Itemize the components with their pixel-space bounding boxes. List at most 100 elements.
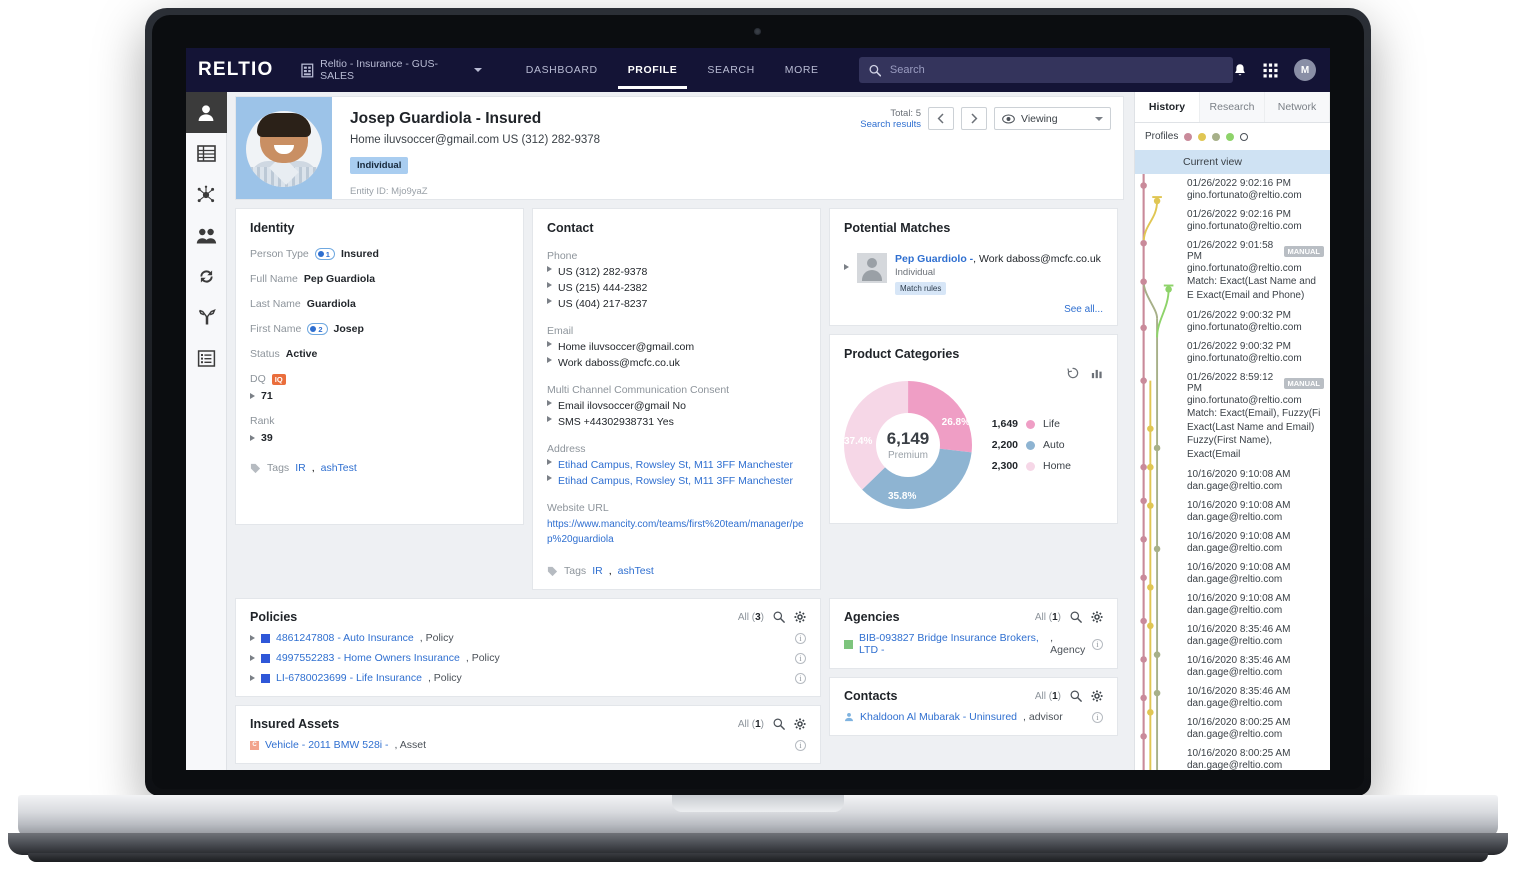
rail-item-merge[interactable] xyxy=(186,297,227,338)
list-item[interactable]: 10/16/2020 8:35:46 AM dan.gage@reltio.co… xyxy=(1183,651,1330,682)
gear-icon[interactable] xyxy=(1091,690,1103,702)
rail-item-table[interactable] xyxy=(186,133,227,174)
agency-link[interactable]: BIB-093827 Bridge Insurance Brokers, LTD… xyxy=(859,632,1044,656)
profile-dot[interactable] xyxy=(1184,132,1193,141)
phone-item[interactable]: US (312) 282-9378 xyxy=(547,266,806,278)
refresh-icon[interactable] xyxy=(1067,367,1079,379)
list-item[interactable]: 10/16/2020 8:35:46 AM dan.gage@reltio.co… xyxy=(1183,682,1330,713)
info-icon[interactable]: i xyxy=(1092,638,1103,650)
tab-history[interactable]: History xyxy=(1135,92,1200,122)
tenant-selector[interactable]: Reltio - Insurance - GUS-SALES xyxy=(301,58,482,82)
list-item[interactable]: 01/26/2022 9:00:32 PM gino.fortunato@rel… xyxy=(1183,337,1330,368)
table-row[interactable]: BIB-093827 Bridge Insurance Brokers, LTD… xyxy=(844,632,1103,656)
tab-network[interactable]: Network xyxy=(1265,92,1330,122)
list-item[interactable]: 01/26/2022 9:02:16 PM gino.fortunato@rel… xyxy=(1183,205,1330,236)
tab-research[interactable]: Research xyxy=(1200,92,1265,122)
policy-link[interactable]: 4861247808 - Auto Insurance xyxy=(276,632,414,644)
consent-item[interactable]: SMS +44302938731 Yes xyxy=(547,416,806,428)
agencies-count[interactable]: All (1) xyxy=(1035,612,1061,623)
rail-item-network[interactable] xyxy=(186,174,227,215)
email-item[interactable]: Home iluvsoccer@gmail.com xyxy=(547,341,806,353)
profile-dot[interactable] xyxy=(1212,132,1221,141)
gear-icon[interactable] xyxy=(1091,611,1103,623)
table-row[interactable]: 4861247808 - Auto Insurance, Policy i xyxy=(250,632,806,644)
rail-item-list[interactable] xyxy=(186,338,227,379)
insured-assets-count[interactable]: All (1) xyxy=(738,719,764,730)
search-icon[interactable] xyxy=(1070,611,1082,623)
user-avatar[interactable]: M xyxy=(1294,59,1316,81)
gear-icon[interactable] xyxy=(794,611,806,623)
address-item[interactable]: Etihad Campus, Rowsley St, M11 3FF Manch… xyxy=(547,475,806,487)
dq-value-row[interactable]: 71 xyxy=(250,390,509,402)
contacts-count[interactable]: All (1) xyxy=(1035,691,1061,702)
profile-dot-current[interactable] xyxy=(1240,132,1249,141)
tag-ir[interactable]: IR xyxy=(592,565,603,577)
search-icon[interactable] xyxy=(773,611,785,623)
search-icon[interactable] xyxy=(1070,690,1082,702)
legend-item-home[interactable]: 2,300 Home xyxy=(986,460,1071,472)
policy-link[interactable]: LI-6780023699 - Life Insurance xyxy=(276,672,422,684)
table-row[interactable]: C Vehicle - 2011 BMW 528i -, Asset i xyxy=(250,739,806,751)
rail-item-sync[interactable] xyxy=(186,256,227,297)
policies-count[interactable]: All (3) xyxy=(738,612,764,623)
list-item[interactable]: 01/26/2022 8:59:12 PM MANUAL gino.fortuna… xyxy=(1183,368,1330,465)
nav-search[interactable]: SEARCH xyxy=(705,51,756,89)
table-row[interactable]: 4997552283 - Home Owners Insurance, Poli… xyxy=(250,652,806,664)
list-item[interactable]: 10/16/2020 9:10:08 AM dan.gage@reltio.co… xyxy=(1183,465,1330,496)
match-rules-chip[interactable]: Match rules xyxy=(895,282,947,295)
list-item[interactable]: 10/16/2020 8:35:46 AM dan.gage@reltio.co… xyxy=(1183,620,1330,651)
list-item[interactable]: 10/16/2020 8:00:25 AM dan.gage@reltio.co… xyxy=(1183,744,1330,770)
list-item[interactable]: 01/26/2022 9:01:58 PM MANUAL gino.fortuna… xyxy=(1183,236,1330,306)
search-icon[interactable] xyxy=(773,718,785,730)
phone-item[interactable]: US (215) 444-2382 xyxy=(547,282,806,294)
website-url-link[interactable]: https://www.mancity.com/teams/first%20te… xyxy=(547,518,806,547)
tag-ashtest[interactable]: ashTest xyxy=(321,462,357,474)
info-icon[interactable]: i xyxy=(795,632,806,644)
previous-record-button[interactable] xyxy=(928,107,954,130)
rail-item-people[interactable] xyxy=(186,215,227,256)
list-item[interactable]: 10/16/2020 9:10:08 AM dan.gage@reltio.co… xyxy=(1183,527,1330,558)
search-input[interactable] xyxy=(889,64,1223,76)
tag-ashtest[interactable]: ashTest xyxy=(618,565,654,577)
source-count-badge[interactable]: 2 xyxy=(307,323,328,335)
nav-dashboard[interactable]: DASHBOARD xyxy=(524,51,600,89)
consent-item[interactable]: Email ilovsoccer@gmail No xyxy=(547,400,806,412)
rank-value-row[interactable]: 39 xyxy=(250,432,509,444)
list-item[interactable]: 10/16/2020 9:10:08 AM dan.gage@reltio.co… xyxy=(1183,589,1330,620)
see-all-link[interactable]: See all... xyxy=(844,304,1103,315)
search-results-link[interactable]: Search results xyxy=(860,119,921,130)
profile-dot[interactable] xyxy=(1198,132,1207,141)
current-view-row[interactable]: Current view xyxy=(1135,150,1330,174)
info-icon[interactable]: i xyxy=(795,739,806,751)
info-icon[interactable]: i xyxy=(795,672,806,684)
info-icon[interactable]: i xyxy=(795,652,806,664)
legend-item-life[interactable]: 1,649 Life xyxy=(986,418,1071,430)
bar-chart-icon[interactable] xyxy=(1091,367,1103,379)
gear-icon[interactable] xyxy=(794,718,806,730)
rail-item-profile[interactable] xyxy=(186,92,227,133)
address-item[interactable]: Etihad Campus, Rowsley St, M11 3FF Manch… xyxy=(547,459,806,471)
bell-icon[interactable] xyxy=(1233,63,1247,78)
potential-match-row[interactable]: Pep Guardiolo -, Work daboss@mcfc.co.uk … xyxy=(844,253,1103,296)
source-count-badge[interactable]: 1 xyxy=(314,248,335,260)
nav-more[interactable]: MORE xyxy=(783,51,821,89)
list-item[interactable]: 10/16/2020 9:10:08 AM dan.gage@reltio.co… xyxy=(1183,558,1330,589)
table-row[interactable]: LI-6780023699 - Life Insurance, Policy i xyxy=(250,672,806,684)
apps-grid-icon[interactable] xyxy=(1263,63,1278,78)
phone-item[interactable]: US (404) 217-8237 xyxy=(547,298,806,310)
table-row[interactable]: Khaldoon Al Mubarak - Uninsured, advisor… xyxy=(844,711,1103,723)
legend-item-auto[interactable]: 2,200 Auto xyxy=(986,439,1071,451)
profile-dot[interactable] xyxy=(1226,132,1235,141)
list-item[interactable]: 10/16/2020 9:10:08 AM dan.gage@reltio.co… xyxy=(1183,496,1330,527)
asset-link[interactable]: Vehicle - 2011 BMW 528i - xyxy=(265,739,389,751)
contact-link[interactable]: Khaldoon Al Mubarak - Uninsured xyxy=(860,711,1017,723)
list-item[interactable]: 01/26/2022 9:00:32 PM gino.fortunato@rel… xyxy=(1183,306,1330,337)
list-item[interactable]: 10/16/2020 8:00:25 AM dan.gage@reltio.co… xyxy=(1183,713,1330,744)
tag-ir[interactable]: IR xyxy=(295,462,306,474)
next-record-button[interactable] xyxy=(961,107,987,130)
view-mode-dropdown[interactable]: Viewing xyxy=(994,107,1111,130)
match-name[interactable]: Pep Guardiolo -, Work daboss@mcfc.co.uk xyxy=(895,253,1101,265)
nav-profile[interactable]: PROFILE xyxy=(617,51,688,89)
email-item[interactable]: Work daboss@mcfc.co.uk xyxy=(547,357,806,369)
global-search-box[interactable] xyxy=(858,57,1233,83)
